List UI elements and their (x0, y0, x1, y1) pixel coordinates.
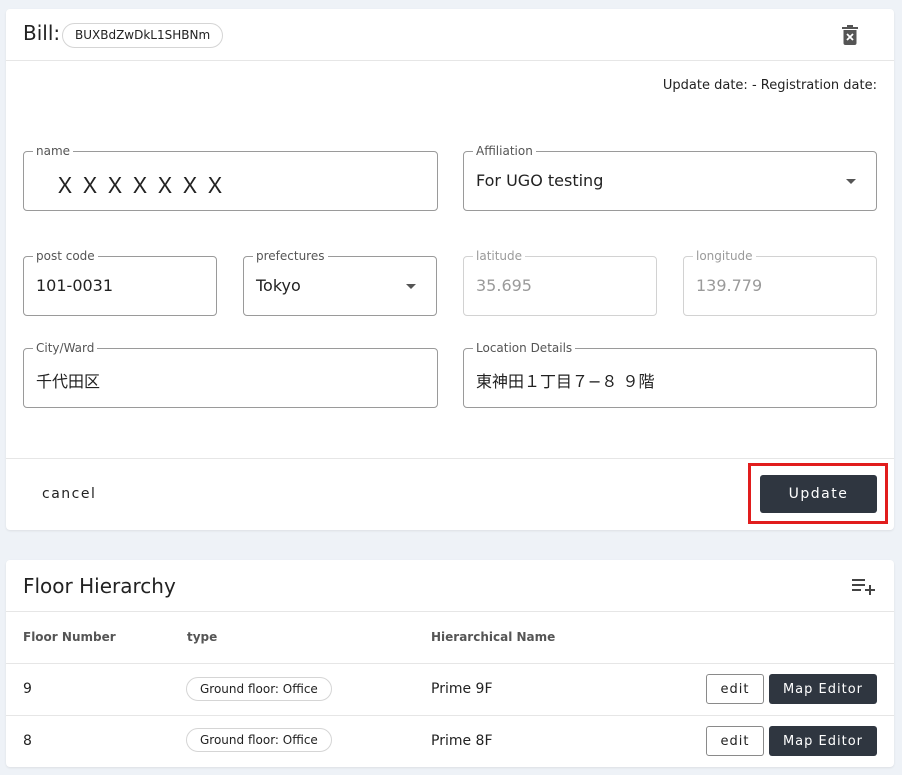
location-details-label: Location Details (473, 340, 576, 356)
type-chip: Ground floor: Office (186, 728, 332, 752)
floor-number-cell: 8 (23, 733, 32, 749)
city-ward-value: 千代田区 (36, 372, 101, 391)
location-details-value: 東神田１丁目７−８ ９階 (476, 372, 655, 391)
latitude-field: latitude 35.695 (463, 248, 657, 316)
edit-button[interactable]: edit (706, 726, 764, 756)
actions-divider (6, 458, 894, 459)
name-value: ＸＸＸＸＸＸＸ (54, 174, 230, 199)
dates-text: Update date: - Registration date: (662, 78, 877, 93)
floor-hierarchy-card: Floor Hierarchy Floor Number type Hierar… (6, 560, 894, 767)
name-field[interactable]: name ＸＸＸＸＸＸＸ (23, 143, 438, 211)
prefectures-value: Tokyo (256, 276, 301, 295)
latitude-label: latitude (473, 248, 526, 264)
floor-hierarchy-title: Floor Hierarchy (23, 574, 176, 598)
location-details-field[interactable]: Location Details 東神田１丁目７−８ ９階 (463, 340, 877, 408)
latitude-value: 35.695 (476, 276, 532, 295)
longitude-label: longitude (693, 248, 756, 264)
hierarchical-name-cell: Prime 9F (431, 681, 493, 697)
column-header-type: type (187, 630, 218, 644)
affiliation-select[interactable]: Affiliation For UGO testing (463, 143, 877, 211)
city-ward-field[interactable]: City/Ward 千代田区 (23, 340, 438, 408)
floor-header-divider (6, 611, 894, 612)
update-button[interactable]: Update (760, 475, 877, 513)
longitude-field: longitude 139.779 (683, 248, 877, 316)
floor-number-cell: 9 (23, 681, 32, 697)
trash-icon[interactable] (842, 25, 858, 45)
affiliation-label: Affiliation (473, 143, 536, 159)
row-divider (6, 715, 894, 716)
chevron-down-icon (846, 179, 856, 184)
post-code-field[interactable]: post code 101-0031 (23, 248, 217, 316)
prefectures-label: prefectures (253, 248, 328, 264)
name-label: name (33, 143, 74, 159)
column-header-hierarchical-name: Hierarchical Name (431, 630, 556, 644)
longitude-value: 139.779 (696, 276, 763, 295)
edit-button[interactable]: edit (706, 674, 764, 704)
column-header-floor-number: Floor Number (23, 630, 116, 644)
hierarchical-name-cell: Prime 8F (431, 733, 493, 749)
post-code-label: post code (33, 248, 98, 264)
playlist-add-icon[interactable] (852, 577, 876, 595)
map-editor-button[interactable]: Map Editor (769, 726, 877, 756)
bill-id-chip: BUXBdZwDkL1SHBNm (62, 23, 224, 48)
bill-card: Bill: BUXBdZwDkL1SHBNm Update date: - Re… (6, 9, 894, 530)
city-ward-label: City/Ward (33, 340, 98, 356)
bill-title: Bill: (23, 21, 61, 45)
cancel-button[interactable]: cancel (42, 486, 96, 502)
type-chip: Ground floor: Office (186, 677, 332, 701)
chevron-down-icon (406, 284, 416, 289)
post-code-value: 101-0031 (36, 276, 114, 295)
map-editor-button[interactable]: Map Editor (769, 674, 877, 704)
bill-header: Bill: BUXBdZwDkL1SHBNm (6, 9, 894, 61)
prefectures-select[interactable]: prefectures Tokyo (243, 248, 437, 316)
row-divider (6, 663, 894, 664)
affiliation-value: For UGO testing (476, 171, 604, 190)
